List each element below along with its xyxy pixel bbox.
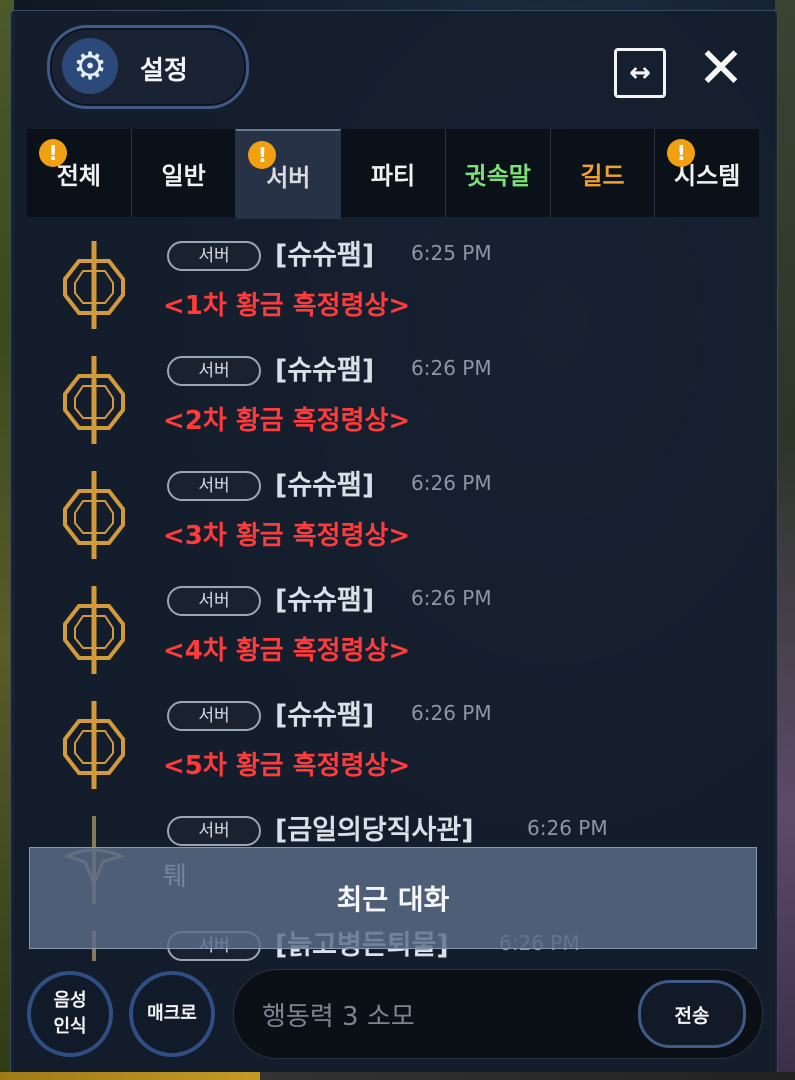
voice-label-line2: 인식	[53, 1016, 87, 1037]
recent-conversation-label: 최근 대화	[336, 883, 450, 916]
chat-tabs: ! 전체 일반 ! 서버 파티 귓속말 길드 ! 시스템	[27, 129, 760, 219]
game-background-right	[775, 0, 795, 1080]
macro-label: 매크로	[147, 1003, 197, 1024]
alert-icon: !	[39, 139, 67, 167]
sender-name[interactable]: [금일의당직사관]	[275, 808, 474, 847]
close-button[interactable]: ✕	[693, 41, 749, 97]
gear-icon: ⚙	[62, 38, 118, 94]
tab-label: 일반	[161, 161, 206, 190]
channel-badge: 서버	[167, 356, 261, 386]
message-time: 6:26 PM	[411, 471, 492, 495]
guild-emblem-icon	[63, 701, 125, 789]
tab-label: 길드	[580, 161, 625, 190]
tab-general[interactable]: 일반	[131, 129, 237, 217]
tab-label: 귓속말	[464, 161, 531, 190]
tab-server[interactable]: ! 서버	[236, 129, 342, 219]
chat-input-placeholder: 행동력 3 소모	[262, 1002, 415, 1032]
tab-party[interactable]: 파티	[341, 129, 446, 217]
sender-name[interactable]: [슈슈팸]	[275, 348, 374, 387]
message-text: <1차 황금 흑정령상>	[163, 291, 411, 321]
message-time: 6:26 PM	[411, 356, 492, 380]
channel-badge: 서버	[167, 586, 261, 616]
sender-name[interactable]: [슈슈팸]	[275, 463, 374, 502]
message-time: 6:25 PM	[411, 241, 492, 265]
experience-bar	[0, 1072, 795, 1080]
settings-label: 설정	[140, 56, 188, 86]
tab-label: 파티	[370, 161, 416, 190]
message-text: <2차 황금 흑정령상>	[163, 406, 411, 436]
tab-all[interactable]: ! 전체	[27, 129, 132, 217]
tab-guild[interactable]: 길드	[550, 129, 656, 217]
voice-label-line1: 음성	[53, 990, 87, 1011]
message-text: <4차 황금 흑정령상>	[163, 636, 411, 666]
chat-message: 서버 [슈슈팸] 6:26 PM <5차 황금 흑정령상>	[27, 689, 759, 801]
sender-name[interactable]: [슈슈팸]	[275, 693, 374, 732]
guild-emblem-icon	[63, 471, 125, 559]
send-button[interactable]: 전송	[638, 980, 746, 1048]
macro-button[interactable]: 매크로	[129, 971, 215, 1057]
resize-button[interactable]: ↔	[614, 48, 666, 98]
channel-badge: 서버	[167, 241, 261, 271]
close-icon: ✕	[697, 36, 745, 101]
chat-panel: ⚙ 설정 ↔ ✕ ! 전체 일반 ! 서버 파티 귓속말 길드 ! 시스템 서버…	[10, 10, 778, 1074]
guild-emblem-icon	[63, 586, 125, 674]
resize-arrows-icon: ↔	[629, 58, 651, 88]
message-time: 6:26 PM	[527, 816, 608, 840]
tab-whisper[interactable]: 귓속말	[445, 129, 551, 217]
recent-conversation-button[interactable]: 최근 대화	[29, 847, 757, 949]
message-time: 6:26 PM	[411, 701, 492, 725]
message-text: <3차 황금 흑정령상>	[163, 521, 411, 551]
chat-message: 서버 [슈슈팸] 6:25 PM <1차 황금 흑정령상>	[27, 229, 759, 341]
message-text: <5차 황금 흑정령상>	[163, 751, 411, 781]
message-time: 6:26 PM	[411, 586, 492, 610]
chat-message: 서버 [슈슈팸] 6:26 PM <2차 황금 흑정령상>	[27, 344, 759, 456]
channel-badge: 서버	[167, 701, 261, 731]
sender-name[interactable]: [슈슈팸]	[275, 578, 374, 617]
voice-recognition-button[interactable]: 음성 인식	[27, 971, 113, 1057]
settings-button[interactable]: ⚙ 설정	[47, 25, 249, 109]
guild-emblem-icon	[63, 356, 125, 444]
channel-badge: 서버	[167, 816, 261, 846]
chat-message: 서버 [슈슈팸] 6:26 PM <3차 황금 흑정령상>	[27, 459, 759, 571]
sender-name[interactable]: [슈슈팸]	[275, 233, 374, 272]
send-label: 전송	[674, 1004, 710, 1027]
tab-system[interactable]: ! 시스템	[655, 129, 760, 217]
chat-message: 서버 [슈슈팸] 6:26 PM <4차 황금 흑정령상>	[27, 574, 759, 686]
channel-badge: 서버	[167, 471, 261, 501]
chat-input[interactable]: 행동력 3 소모 전송	[233, 969, 763, 1059]
guild-emblem-icon	[63, 241, 125, 329]
